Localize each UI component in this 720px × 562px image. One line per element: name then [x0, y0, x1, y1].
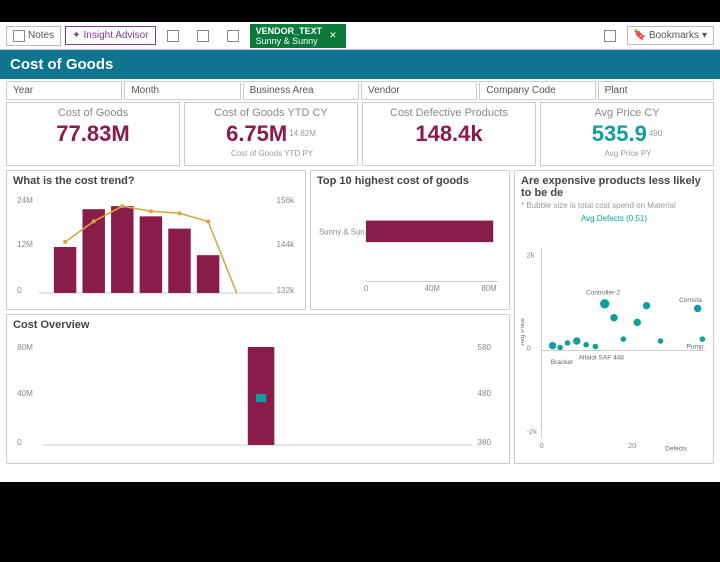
filter-business-area[interactable]: Business Area — [243, 81, 359, 100]
svg-text:20: 20 — [628, 441, 636, 450]
select-icon — [167, 30, 179, 42]
svg-text:40M: 40M — [17, 389, 33, 398]
panel-top10[interactable]: Top 10 highest cost of goods Sunny & Sun… — [310, 170, 510, 310]
svg-text:80M: 80M — [17, 343, 33, 352]
panel-title: Top 10 highest cost of goods — [317, 175, 503, 187]
svg-text:0: 0 — [17, 438, 22, 447]
filter-month[interactable]: Month — [124, 81, 240, 100]
selection-tool-3[interactable] — [220, 26, 246, 46]
kpi-cost-of-goods[interactable]: Cost of Goods 77.83M — [6, 102, 180, 166]
kpi-sub-label: Cost of Goods YTD PY — [231, 149, 313, 158]
panel-title: Cost Overview — [13, 319, 503, 331]
kpi-label: Cost of Goods YTD CY — [187, 107, 355, 119]
insight-advisor-button[interactable]: ✦ Insight Advisor — [65, 26, 155, 45]
notes-label: Notes — [28, 30, 54, 41]
svg-text:-2k: -2k — [527, 427, 538, 436]
select-icon — [227, 30, 239, 42]
filter-vendor[interactable]: Vendor — [361, 81, 477, 100]
grid-view-button[interactable] — [597, 26, 623, 46]
kpi-label: Avg Price CY — [543, 107, 711, 119]
chevron-down-icon: ▾ — [702, 30, 707, 41]
svg-text:12M: 12M — [17, 240, 33, 249]
scatter-chart: 2k 0 -2k Avg Price Controller-2 Cornsta … — [521, 223, 707, 459]
svg-text:0: 0 — [17, 286, 22, 295]
top10-chart: Sunny & Sun... 0 40M 80M — [317, 189, 503, 305]
kpi-sub-label: Avg Price PY — [605, 149, 652, 158]
bookmarks-button[interactable]: 🔖 Bookmarks ▾ — [627, 26, 715, 45]
panel-subtitle: * Bubble size is total cost spend on Mat… — [521, 201, 707, 210]
svg-text:580: 580 — [477, 343, 491, 352]
svg-text:Defects: Defects — [665, 446, 688, 453]
toolbar: Notes ✦ Insight Advisor VENDOR_TEXT Sunn… — [0, 22, 720, 50]
selection-tool-1[interactable] — [160, 26, 186, 46]
kpi-value: 6.75M — [226, 121, 287, 146]
panel-title: What is the cost trend? — [13, 175, 299, 187]
filter-year[interactable]: Year — [6, 81, 122, 100]
svg-text:0: 0 — [527, 343, 531, 352]
svg-text:Avg Price: Avg Price — [521, 318, 526, 346]
chip-value: Sunny & Sunny — [256, 36, 323, 46]
svg-text:Sunny & Sun...: Sunny & Sun... — [319, 227, 371, 236]
grid-icon — [604, 30, 616, 42]
advisor-icon: ✦ — [72, 30, 80, 41]
bookmark-icon: 🔖 — [634, 30, 646, 41]
panel-scatter[interactable]: Are expensive products less likely to be… — [514, 170, 714, 464]
svg-text:Pump: Pump — [687, 343, 704, 350]
overview-chart: 80M 40M 0 580 480 380 — [13, 333, 503, 459]
kpi-sub-value: 490 — [649, 129, 662, 138]
panel-cost-trend[interactable]: What is the cost trend? 24M 12M 0 156k 1… — [6, 170, 306, 310]
advisor-label: Insight Advisor — [84, 30, 149, 41]
kpi-value: 77.83M — [9, 121, 177, 147]
page-title: Cost of Goods — [0, 50, 720, 79]
kpi-label: Cost of Goods — [9, 107, 177, 119]
svg-text:380: 380 — [477, 438, 491, 447]
select-icon — [197, 30, 209, 42]
kpi-row: Cost of Goods 77.83M Cost of Goods YTD C… — [0, 102, 720, 170]
svg-text:132k: 132k — [277, 286, 296, 295]
svg-text:156k: 156k — [277, 196, 296, 205]
filter-bar: Year Month Business Area Vendor Company … — [0, 79, 720, 102]
svg-text:24M: 24M — [17, 196, 33, 205]
kpi-value: 535.9 — [592, 121, 647, 146]
chart-grid: What is the cost trend? 24M 12M 0 156k 1… — [0, 170, 720, 482]
notes-icon — [13, 30, 25, 42]
bookmarks-label: Bookmarks — [649, 30, 699, 41]
svg-text:480: 480 — [477, 389, 491, 398]
dashboard-app: Notes ✦ Insight Advisor VENDOR_TEXT Sunn… — [0, 22, 720, 482]
svg-text:144k: 144k — [277, 240, 296, 249]
svg-text:40M: 40M — [425, 284, 440, 293]
chip-field: VENDOR_TEXT — [256, 26, 323, 36]
kpi-value: 148.4k — [365, 121, 533, 147]
chip-content: VENDOR_TEXT Sunny & Sunny — [256, 26, 323, 46]
kpi-label: Cost Defective Products — [365, 107, 533, 119]
trend-chart: 24M 12M 0 156k 144k 132k — [13, 189, 299, 305]
scatter-legend: Avg Defects (0.51) — [521, 214, 707, 223]
svg-text:Cornsta: Cornsta — [679, 297, 702, 304]
kpi-defective[interactable]: Cost Defective Products 148.4k — [362, 102, 536, 166]
filter-company-code[interactable]: Company Code — [479, 81, 595, 100]
filter-chip-vendor[interactable]: VENDOR_TEXT Sunny & Sunny ✕ — [250, 24, 346, 48]
svg-text:0: 0 — [364, 284, 369, 293]
selection-tool-2[interactable] — [190, 26, 216, 46]
svg-text:2k: 2k — [527, 250, 535, 259]
close-icon[interactable]: ✕ — [326, 30, 340, 41]
svg-text:Controller-2: Controller-2 — [586, 290, 620, 297]
svg-text:80M: 80M — [481, 284, 496, 293]
kpi-ytd-cy[interactable]: Cost of Goods YTD CY 6.75M14.82M Cost of… — [184, 102, 358, 166]
svg-text:0: 0 — [540, 441, 544, 450]
kpi-avg-price[interactable]: Avg Price CY 535.9490 Avg Price PY — [540, 102, 714, 166]
filter-plant[interactable]: Plant — [598, 81, 714, 100]
kpi-sub-value: 14.82M — [289, 129, 316, 138]
notes-button[interactable]: Notes — [6, 26, 61, 46]
panel-title: Are expensive products less likely to be… — [521, 175, 707, 199]
svg-text:Alfalot SAF 448: Alfalot SAF 448 — [579, 355, 625, 362]
svg-text:Bracket: Bracket — [551, 359, 573, 366]
panel-overview[interactable]: Cost Overview 80M 40M 0 580 480 380 — [6, 314, 510, 464]
